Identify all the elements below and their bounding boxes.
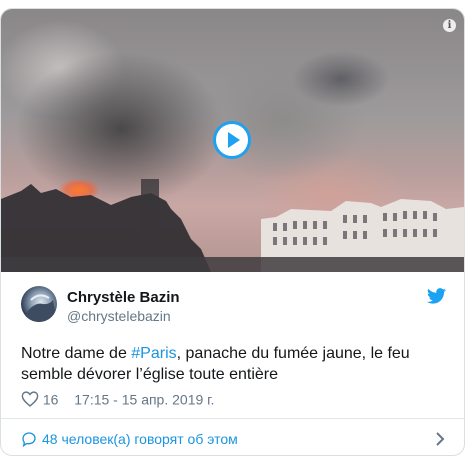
- play-icon: [228, 132, 240, 148]
- avatar[interactable]: [21, 286, 57, 322]
- tweet-text-start: Notre dame de: [21, 345, 132, 362]
- play-button[interactable]: [213, 121, 251, 159]
- info-icon[interactable]: i: [443, 19, 456, 32]
- author-name[interactable]: Chrystèle Bazin: [67, 289, 180, 306]
- paris-skyline: [1, 179, 464, 272]
- heart-icon[interactable]: [21, 391, 39, 408]
- embedded-tweet-card: i Chrystèle Bazin @chrystelebazin Notre …: [0, 8, 465, 456]
- hashtag-link[interactable]: #Paris: [131, 345, 176, 362]
- tweet-meta: 16 17:15 - 15 апр. 2019 г.: [21, 390, 214, 410]
- tweet-timestamp[interactable]: 17:15 - 15 апр. 2019 г.: [74, 391, 214, 407]
- chevron-right-icon[interactable]: [434, 432, 446, 446]
- twitter-bird-icon[interactable]: [427, 288, 446, 304]
- tweet-header: Chrystèle Bazin @chrystelebazin: [21, 286, 446, 330]
- divider: [1, 418, 464, 419]
- like-count[interactable]: 16: [43, 391, 59, 407]
- speech-bubble-icon: [22, 432, 36, 447]
- author-handle[interactable]: @chrystelebazin: [67, 308, 171, 324]
- conversation-link[interactable]: 48 человек(а) говорят об этом: [21, 428, 446, 452]
- video-thumbnail[interactable]: i: [1, 9, 464, 272]
- conversation-label[interactable]: 48 человек(а) говорят об этом: [42, 431, 238, 447]
- tweet-text: Notre dame de #Paris, panache du fumée j…: [21, 343, 446, 385]
- avatar-image: [21, 294, 57, 322]
